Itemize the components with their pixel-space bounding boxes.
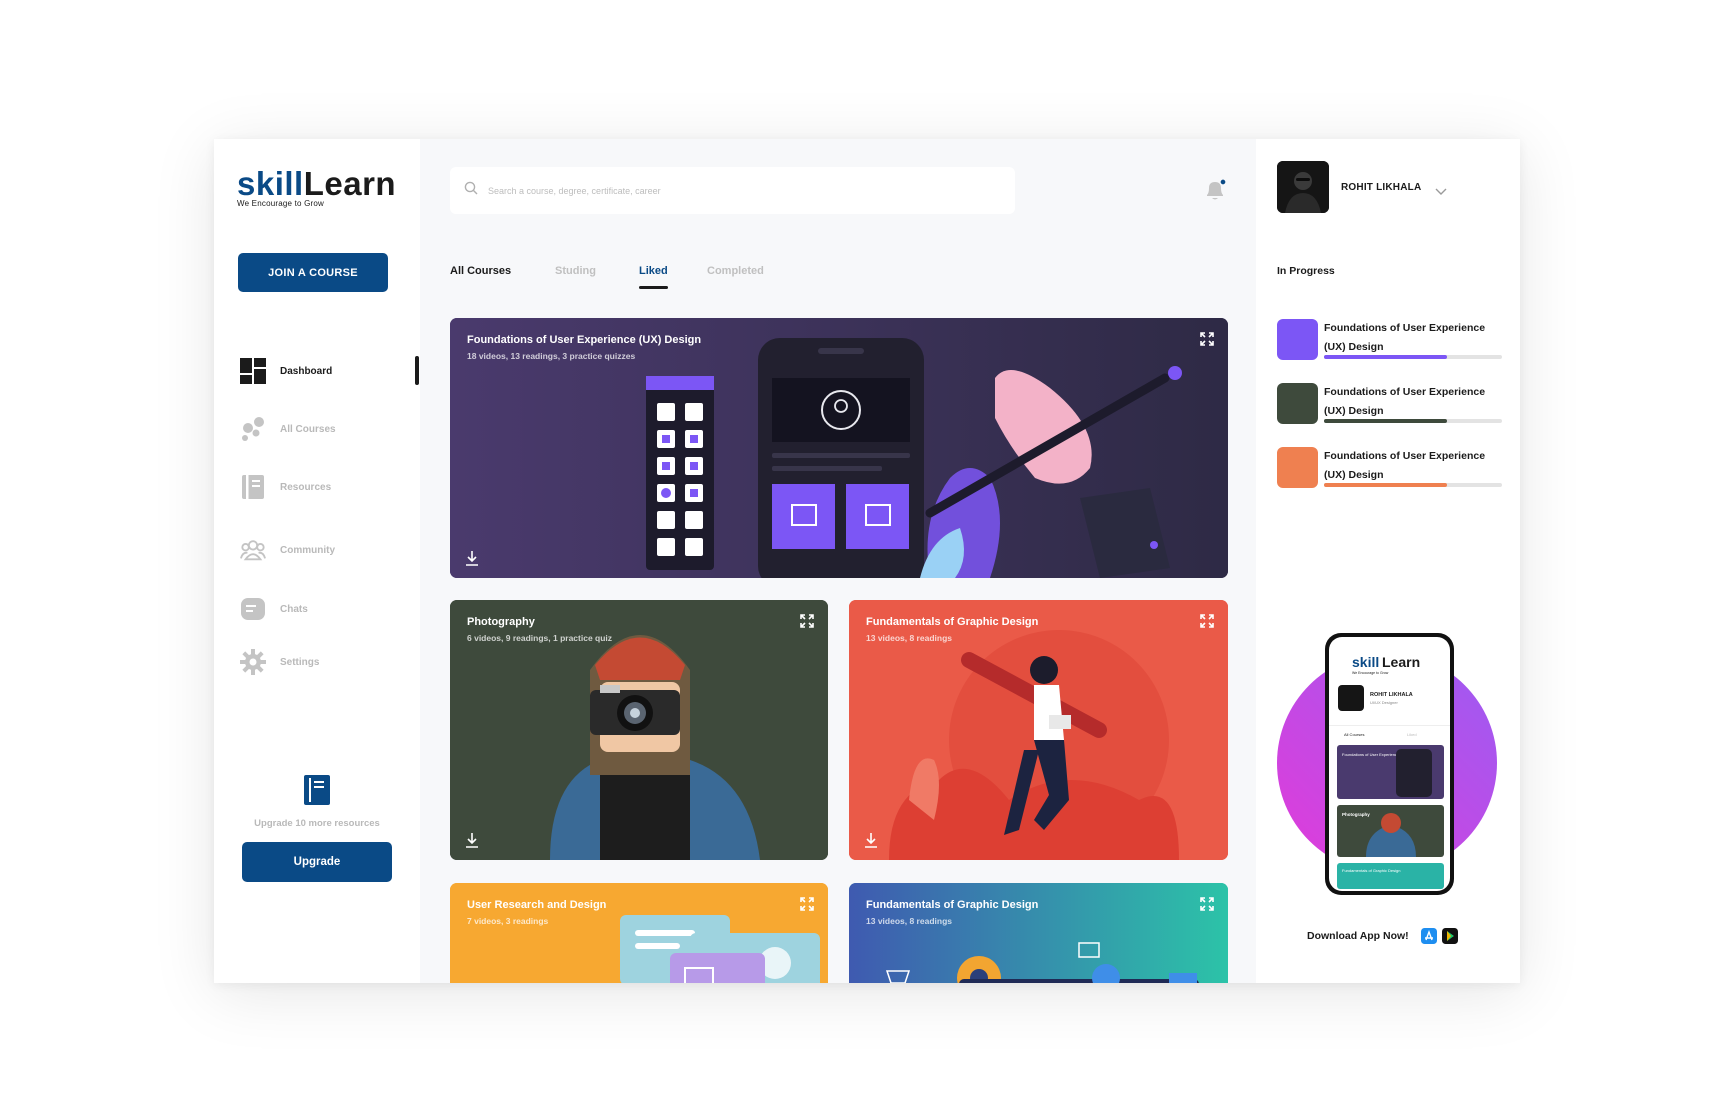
sidebar-item-community[interactable]: Community [240,536,335,564]
tab-studing[interactable]: Studing [555,265,596,277]
notification-bell-icon[interactable] [1202,177,1228,203]
tab-liked[interactable]: Liked [639,265,668,277]
gear-icon [240,649,266,675]
course-thumbnail [1277,383,1318,424]
progress-bar [1324,355,1502,359]
phone-brand-part2: Learn [1382,654,1420,670]
graphic-design-2-illustration [849,883,1228,983]
profile-menu[interactable]: ROHIT LIKHALA [1277,161,1447,213]
resources-icon [240,474,266,500]
brand-name-part1: skill [237,165,304,202]
progress-bar [1324,483,1502,487]
course-card-meta: 18 videos, 13 readings, 3 practice quizz… [467,351,636,361]
phone-tab-all: All Courses [1344,732,1364,737]
phone-brand-tagline: We Encourage to Grow [1352,671,1389,675]
course-card-meta: 7 videos, 3 readings [467,916,549,926]
download-icon[interactable] [465,550,479,566]
phone-tab-liked: Liked [1407,732,1417,737]
brand-name-part2: Learn [303,165,397,202]
course-card-title: Foundations of User Experience (UX) Desi… [467,334,702,346]
progress-fill [1324,355,1447,359]
phone-card-graphic: Fundamentals of Graphic Design [1342,868,1400,873]
download-app-row: Download App Now! [1307,928,1458,944]
course-card-graphic-design[interactable]: Fundamentals of Graphic Design 13 videos… [849,600,1228,860]
sidebar-item-settings[interactable]: Settings [240,648,319,676]
course-card-title: User Research and Design [467,899,607,911]
phone-profile-role: UI/UX Designer [1370,700,1398,705]
main-content: All Courses Studing Liked Completed [420,139,1256,983]
courses-icon [240,416,266,442]
course-card-meta: 13 videos, 8 readings [866,916,952,926]
community-icon [240,537,266,563]
progress-title: Foundations of User Experience (UX) Desi… [1324,386,1486,417]
sidebar-item-resources[interactable]: Resources [240,473,331,501]
sidebar-item-chats[interactable]: Chats [240,595,308,623]
progress-title: Foundations of User Experience (UX) Desi… [1324,450,1486,481]
course-card-meta: 6 videos, 9 readings, 1 practice quiz [467,633,613,643]
course-card-user-research[interactable]: User Research and Design 7 videos, 3 rea… [450,883,828,983]
course-card-title: Fundamentals of Graphic Design [866,899,1039,911]
active-tab-underline [639,286,668,289]
expand-icon[interactable] [1200,614,1214,628]
course-card-photography[interactable]: Photography 6 videos, 9 readings, 1 prac… [450,600,828,860]
right-panel: ROHIT LIKHALA In Progress Foundations of… [1256,139,1520,983]
sidebar-item-all-courses[interactable]: All Courses [240,415,336,443]
chat-icon [240,596,266,622]
sidebar-item-label: Dashboard [280,365,333,377]
progress-item[interactable]: Foundations of User Experience (UX) Desi… [1277,319,1502,363]
upgrade-panel: Upgrade 10 more resources Upgrade [242,775,392,882]
sidebar-item-label: Resources [280,481,332,493]
course-card-title: Photography [467,616,535,628]
phone-profile-name: ROHIT LIKHALA [1370,692,1413,698]
book-icon [302,775,332,805]
phone-card-photography: Photography [1342,812,1370,817]
sidebar-item-label: Chats [280,603,308,615]
download-icon[interactable] [864,832,878,848]
search-input[interactable] [488,185,988,196]
tab-all-courses[interactable]: All Courses [450,265,511,277]
upgrade-button[interactable]: Upgrade [242,842,392,882]
sidebar-item-label: Community [280,544,335,556]
progress-item[interactable]: Foundations of User Experience (UX) Desi… [1277,447,1502,491]
user-research-illustration [450,883,828,983]
progress-fill [1324,419,1447,423]
sidebar: skillLearn We Encourage to Grow JOIN A C… [214,139,420,983]
search-icon [464,181,478,200]
profile-name: ROHIT LIKHALA [1341,181,1422,193]
expand-icon[interactable] [800,897,814,911]
brand-logo[interactable]: skillLearn We Encourage to Grow [237,165,397,209]
dashboard-icon [240,358,266,384]
app-store-icon[interactable] [1420,928,1437,944]
course-card-ux[interactable]: Foundations of User Experience (UX) Desi… [450,318,1228,578]
join-course-button[interactable]: JOIN A COURSE [238,253,388,292]
progress-bar [1324,419,1502,423]
chevron-down-icon[interactable] [1435,183,1447,195]
avatar [1277,161,1329,213]
in-progress-heading: In Progress [1277,265,1335,277]
sidebar-item-label: All Courses [280,423,336,435]
course-card-graphic-design-2[interactable]: Fundamentals of Graphic Design 13 videos… [849,883,1228,983]
phone-app-preview: skill Learn We Encourage to Grow ROHIT L… [1277,633,1497,895]
download-app-label: Download App Now! [1307,930,1409,942]
search-bar[interactable] [450,167,1015,214]
course-thumbnail [1277,447,1318,488]
course-card-meta: 13 videos, 8 readings [866,633,952,643]
course-card-title: Fundamentals of Graphic Design [866,616,1039,628]
upgrade-text: Upgrade 10 more resources [254,818,380,829]
download-icon[interactable] [465,832,479,848]
active-nav-indicator [415,356,419,385]
expand-icon[interactable] [1200,897,1214,911]
progress-fill [1324,483,1447,487]
phone-brand-part1: skill [1352,654,1379,670]
progress-item[interactable]: Foundations of User Experience (UX) Desi… [1277,383,1502,427]
app-window: skillLearn We Encourage to Grow JOIN A C… [214,139,1520,983]
expand-icon[interactable] [1200,332,1214,346]
tab-completed[interactable]: Completed [707,265,764,277]
expand-icon[interactable] [800,614,814,628]
sidebar-item-dashboard[interactable]: Dashboard [240,357,332,385]
progress-title: Foundations of User Experience (UX) Desi… [1324,322,1486,353]
sidebar-item-label: Settings [280,656,320,668]
play-store-icon[interactable] [1441,928,1458,944]
course-thumbnail [1277,319,1318,360]
